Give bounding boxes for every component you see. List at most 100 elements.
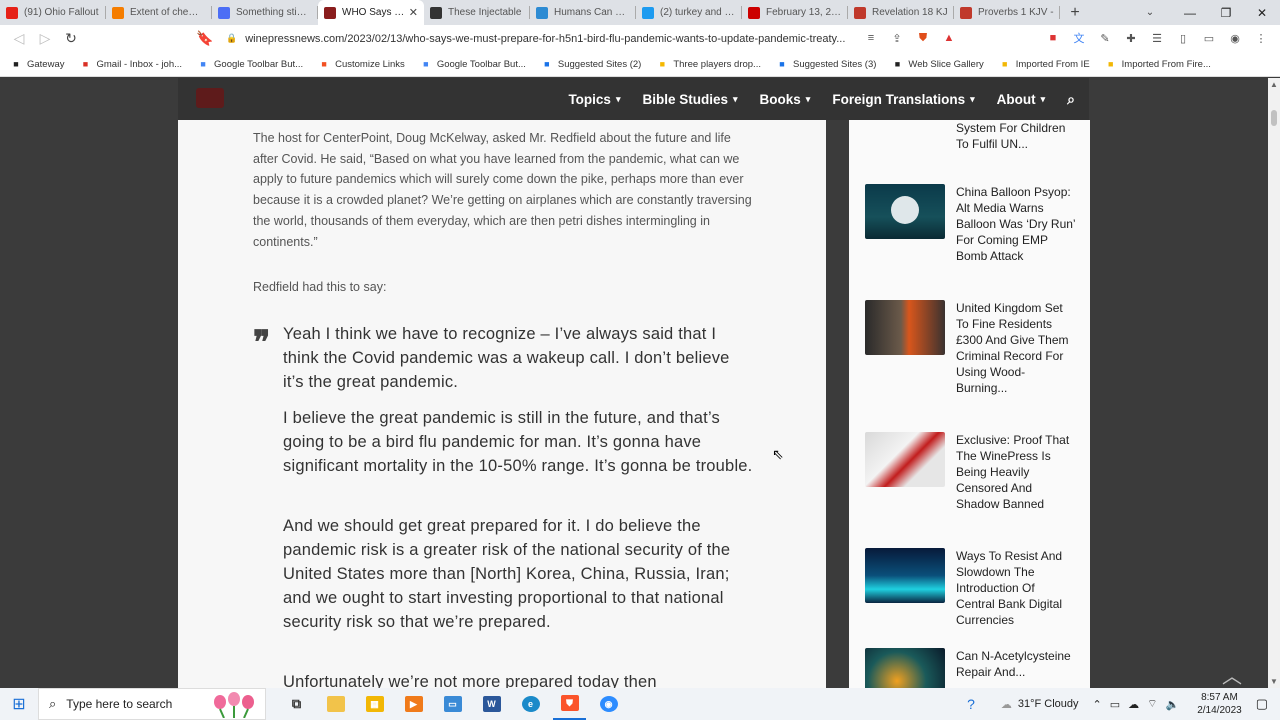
menu-bible-studies[interactable]: Bible Studies ▾ [642,92,737,107]
close-icon[interactable]: ✕ [1244,0,1280,25]
sidebar-post-title[interactable]: United Kingdom Set To Fine Residents £30… [956,300,1076,396]
sidebar-icon[interactable]: ▯ [1174,28,1192,48]
chevron-up-icon[interactable]: ⌃ [1093,698,1102,711]
file-explorer-icon[interactable] [319,688,352,720]
media-player-icon[interactable]: ▶ [397,688,430,720]
browser-tab[interactable]: Extent of chemica [106,0,212,25]
page-scrollbar[interactable]: ▲ ▼ [1268,78,1280,688]
bookmark-item[interactable]: ■ Gateway [10,58,64,70]
notifications-icon[interactable]: ▢ [1256,696,1268,712]
task-view-icon[interactable]: ⧉ [280,688,313,720]
site-menu: Topics ▾ Bible Studies ▾ Books ▾ Foreign Tr… [568,78,1075,120]
onedrive-icon[interactable]: ☁ [1128,698,1139,711]
translate-icon[interactable]: 文 [1070,28,1088,48]
reload-icon[interactable]: ↻ [58,26,84,52]
menu-about[interactable]: About ▾ [997,92,1046,107]
sidebar-post-title[interactable]: Exclusive: Proof That The WinePress Is B… [956,432,1076,512]
browser-tab[interactable]: Humans Can Han [530,0,636,25]
menu-icon[interactable]: ⋮ [1252,28,1270,48]
extension-red-icon[interactable]: ■ [1044,28,1062,48]
bookmark-label: Imported From IE [1015,58,1090,70]
weather-widget[interactable]: ☁ 31°F Cloudy [1001,698,1079,711]
bookmark-item[interactable]: ■ Web Slice Gallery [891,58,984,70]
browser-tab[interactable]: Proverbs 1 KJV - [954,0,1060,25]
post-thumbnail[interactable] [865,300,945,355]
sidebar-post-title[interactable]: China Balloon Psyop: Alt Media Warns Bal… [956,184,1076,264]
menu-foreign-translations[interactable]: Foreign Translations ▾ [832,92,974,107]
browser-tab[interactable]: WHO Says 'W ✕ [318,0,424,25]
word-icon[interactable]: W [475,688,508,720]
reader-icon[interactable]: ≡ [862,28,880,48]
browser-tab[interactable]: Something stinks [212,0,318,25]
search-icon[interactable]: ⌕ [1067,91,1075,108]
restore-icon[interactable]: ❐ [1208,0,1244,25]
browser-tab[interactable]: Revelation 18 KJ [848,0,954,25]
sidebar-post-title[interactable]: Can N-Acetylcysteine Repair And... [956,648,1076,688]
wifi-icon[interactable]: ⌔ [1147,697,1157,711]
google-icon: ■ [200,59,206,69]
scroll-up-icon[interactable]: ▲ [1270,80,1278,89]
minimize-icon[interactable]: — [1172,0,1208,25]
help-icon[interactable]: ? [967,696,975,712]
blockquote-paragraph: Unfortunately we’re not more prepared to… [283,673,657,688]
edge-icon[interactable]: e [514,688,547,720]
post-thumbnail[interactable] [865,432,945,487]
bookmark-item[interactable]: ■ Google Toolbar But... [420,58,526,70]
bookmark-item[interactable]: ■ Three players drop... [656,58,761,70]
sidebar-post-title[interactable]: Ways To Resist And Slowdown The Introduc… [956,548,1076,628]
profile-icon[interactable]: ◉ [1226,28,1244,48]
paw-icon: ■ [13,59,19,69]
display-app-icon[interactable]: ▭ [436,688,469,720]
address-text: winepressnews.com/2023/02/13/who-says-we… [245,32,846,45]
browser-tab[interactable]: (2) turkey and syr [636,0,742,25]
bookmark-item[interactable]: ■ Suggested Sites (2) [541,58,641,70]
bookmark-item[interactable]: ■ Imported From Fire... [1105,58,1211,70]
speaker-icon[interactable]: 🔈 [1166,698,1180,711]
sidebar-post[interactable]: Ways To Resist And Slowdown The Introduc… [865,548,1076,628]
forward-icon[interactable]: ▷ [32,26,58,52]
site-logo[interactable] [196,88,224,108]
sidebar-post[interactable]: Exclusive: Proof That The WinePress Is B… [865,432,1076,512]
post-thumbnail[interactable] [865,648,945,688]
menu-topics[interactable]: Topics ▾ [568,92,620,107]
post-thumbnail[interactable] [865,184,945,239]
network-icon[interactable]: ▭ [1110,698,1120,711]
bookmark-item[interactable]: ■ Imported From IE [999,58,1090,70]
wallet-icon[interactable]: ▭ [1200,28,1218,48]
sidebar-post[interactable]: United Kingdom Set To Fine Residents £30… [865,300,1076,396]
tab-search-icon[interactable]: ⌄ [1138,0,1162,25]
browser-tab[interactable]: These Injectable [424,0,530,25]
rewards-icon[interactable]: ▲ [940,28,958,48]
sidebar-post[interactable]: China Balloon Psyop: Alt Media Warns Bal… [865,184,1076,264]
clock[interactable]: 8:57 AM 2/14/2023 [1197,691,1242,717]
menu-books[interactable]: Books ▾ [760,92,811,107]
folder-icon: ■ [1002,59,1008,69]
post-thumbnail[interactable] [865,548,945,603]
browser-tab[interactable]: February 13, 2023 [742,0,848,25]
store-icon[interactable]: ▦ [358,688,391,720]
scroll-thumb[interactable] [1271,110,1277,126]
bookmark-item[interactable]: ■ Suggested Sites (3) [776,58,876,70]
scroll-down-icon[interactable]: ▼ [1270,677,1278,686]
sidebar-post[interactable]: Can N-Acetylcysteine Repair And... [865,648,1076,688]
brave-browser-icon[interactable]: ⛊ [553,688,586,720]
new-tab-button[interactable]: + [1060,0,1090,25]
extensions-icon[interactable]: ✚ [1122,28,1140,48]
share-icon[interactable]: ⇪ [888,28,906,48]
back-to-top-icon[interactable]: ︿ [1222,660,1242,688]
bookmark-item[interactable]: ■ Customize Links [318,58,404,70]
sidebar-post-title[interactable]: System For Children To Fulfil UN... [956,120,1076,152]
bookmark-item[interactable]: ■ Google Toolbar But... [197,58,303,70]
pen-icon[interactable]: ✎ [1096,28,1114,48]
mouse-cursor-icon: ⇖ [772,446,784,462]
playlist-icon[interactable]: ☰ [1148,28,1166,48]
close-tab-icon[interactable]: ✕ [409,6,418,19]
browser-tab[interactable]: (91) Ohio Fallout [0,0,106,25]
brave-shield-icon[interactable]: ⛊ [914,28,932,48]
bookmark-item[interactable]: ■ Gmail - Inbox - joh... [80,58,182,70]
zoom-icon[interactable]: ◉ [592,688,625,720]
windows-start-icon[interactable]: ⊞ [0,688,38,720]
w-icon: ■ [659,59,666,69]
back-icon[interactable]: ◁ [6,26,32,52]
sidebar-post[interactable]: System For Children To Fulfil UN... [865,120,1076,152]
